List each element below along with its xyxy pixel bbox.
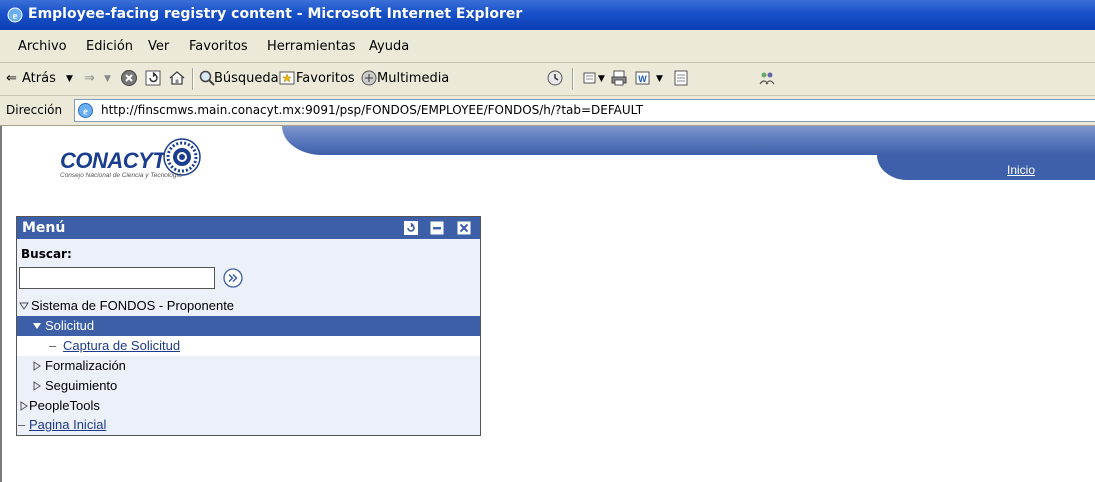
search-label: Búsqueda	[214, 71, 279, 86]
search-label: Buscar:	[21, 247, 72, 261]
menu-bar: Archivo Edición Ver Favoritos Herramient…	[0, 30, 1095, 63]
edit-icon[interactable]: W	[634, 69, 652, 87]
expanded-triangle-icon	[19, 302, 29, 310]
tree-label: Sistema de FONDOS - Proponente	[31, 298, 235, 313]
chevron-down-icon: ▼	[656, 74, 663, 84]
back-label: Atrás	[22, 71, 56, 86]
tree-link[interactable]: Captura de Solicitud	[63, 338, 180, 353]
menu-herramientas[interactable]: Herramientas	[267, 39, 356, 54]
toolbar: ⇐ Atrás ▼ ⇒ ▼ Búsqueda Favoritos Multime…	[0, 63, 1095, 96]
conacyt-seal-icon	[163, 138, 201, 176]
toolbar-separator	[192, 68, 194, 90]
close-icon[interactable]	[457, 221, 471, 235]
collapsed-triangle-icon	[33, 381, 41, 391]
print-icon[interactable]	[610, 69, 628, 87]
forward-arrow-icon[interactable]: ⇒	[84, 71, 95, 86]
refresh-icon[interactable]	[404, 221, 418, 235]
tree-item-pagina-inicial[interactable]: – Pagina Inicial	[17, 415, 480, 435]
address-label: Dirección	[6, 103, 63, 117]
tree-label: Seguimiento	[45, 378, 118, 393]
discuss-icon[interactable]	[672, 69, 690, 87]
tree-item-captura-solicitud[interactable]: – Captura de Solicitud	[17, 336, 480, 356]
window-title: Employee-facing registry content - Micro…	[28, 6, 523, 22]
chevron-down-icon: ▼	[104, 74, 111, 84]
leaf-dash-icon: –	[18, 417, 26, 432]
multimedia-icon	[361, 70, 377, 86]
header-banner-tab: Inicio	[877, 155, 1095, 180]
logo-text: CONACYT	[60, 148, 166, 173]
minimize-icon[interactable]	[430, 221, 444, 235]
refresh-icon[interactable]	[144, 69, 162, 87]
menu-ver[interactable]: Ver	[148, 39, 169, 54]
page-icon: e	[78, 103, 93, 118]
chevron-down-icon: ▼	[66, 74, 73, 84]
tree-label: Formalización	[45, 358, 126, 373]
menu-edicion[interactable]: Edición	[86, 39, 133, 54]
history-icon[interactable]	[546, 69, 564, 87]
menu-search-input[interactable]	[19, 267, 215, 289]
menu-portlet: Menú Buscar: Sistema de FONDOS - Propone…	[16, 216, 481, 436]
favorites-label: Favoritos	[296, 71, 355, 86]
inicio-link[interactable]: Inicio	[1007, 163, 1035, 177]
tree-item-seguimiento[interactable]: Seguimiento	[17, 376, 480, 396]
tree-item-solicitud[interactable]: Solicitud	[17, 316, 480, 336]
svg-text:e: e	[83, 107, 88, 118]
address-bar: Dirección e http://finscmws.main.conacyt…	[0, 96, 1095, 126]
tree-item-peopletools[interactable]: PeopleTools	[17, 396, 480, 416]
messenger-icon[interactable]	[758, 69, 776, 87]
favorites-icon	[279, 71, 295, 85]
toolbar-separator	[572, 68, 574, 90]
tree-item-formalizacion[interactable]: Formalización	[17, 356, 480, 376]
stop-icon[interactable]	[120, 69, 138, 87]
title-bar[interactable]: e Employee-facing registry content - Mic…	[0, 0, 1095, 30]
logo-subtitle: Consejo Nacional de Ciencia y Tecnología	[60, 172, 182, 179]
internet-explorer-icon: e	[7, 7, 23, 23]
collapsed-triangle-icon	[20, 401, 28, 411]
menu-title: Menú	[22, 220, 66, 236]
svg-text:W: W	[638, 74, 647, 84]
address-url: http://finscmws.main.conacyt.mx:9091/psp…	[101, 103, 644, 117]
svg-text:e: e	[13, 10, 18, 22]
multimedia-label: Multimedia	[377, 71, 450, 86]
chevron-down-icon: ▼	[598, 74, 605, 84]
search-go-icon[interactable]	[223, 268, 243, 288]
expanded-triangle-icon	[33, 323, 41, 329]
menu-ayuda[interactable]: Ayuda	[369, 39, 409, 54]
tree-label: PeopleTools	[29, 398, 100, 413]
menu-archivo[interactable]: Archivo	[18, 39, 67, 54]
menu-favoritos[interactable]: Favoritos	[189, 39, 248, 54]
tree-link[interactable]: Pagina Inicial	[29, 417, 106, 432]
back-arrow-icon: ⇐	[6, 71, 17, 86]
menu-portlet-header: Menú	[17, 217, 480, 239]
browser-window: e Employee-facing registry content - Mic…	[0, 0, 1095, 482]
home-icon[interactable]	[168, 69, 186, 87]
collapsed-triangle-icon	[33, 361, 41, 371]
tree-item-sistema-fondos[interactable]: Sistema de FONDOS - Proponente	[17, 296, 480, 316]
header-banner	[282, 126, 1095, 155]
address-input[interactable]: e http://finscmws.main.conacyt.mx:9091/p…	[74, 99, 1095, 122]
tree-label: Solicitud	[45, 318, 95, 333]
leaf-dash-icon: –	[49, 338, 57, 353]
